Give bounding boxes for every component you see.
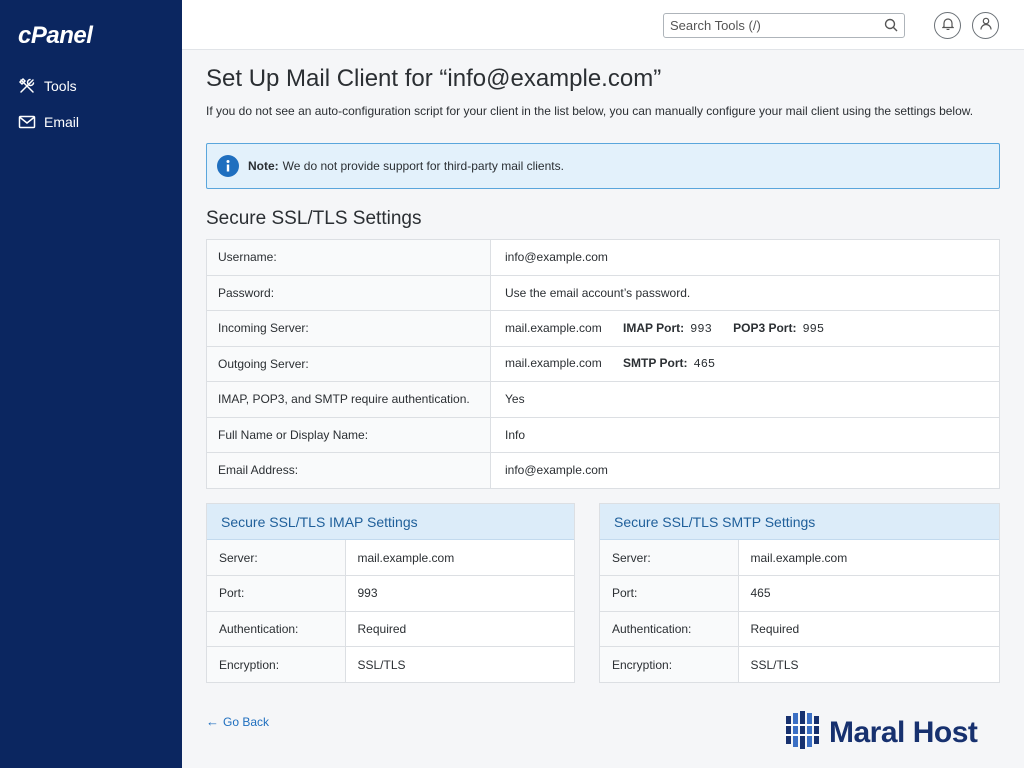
- intro-text: If you do not see an auto-configuration …: [206, 104, 974, 118]
- outgoing-server-cell: mail.example.com SMTP Port: 465: [490, 345, 1000, 382]
- server-stack-icon: [785, 710, 825, 755]
- table-row: Server: mail.example.com: [207, 540, 574, 576]
- pop3-port-label: POP3 Port:: [733, 320, 797, 335]
- envelope-icon: [18, 113, 36, 131]
- smtp-settings-card: Secure SSL/TLS SMTP Settings Server: mail…: [599, 503, 1000, 683]
- go-back-link[interactable]: ← Go Back: [206, 714, 269, 729]
- table-row: Server: mail.example.com: [600, 540, 999, 576]
- sidebar-item-tools[interactable]: Tools: [18, 77, 77, 95]
- top-bar: [182, 0, 1024, 50]
- table-row: Authentication: Required: [600, 610, 999, 647]
- password-label: Password:: [206, 274, 491, 311]
- smtp-row-value: Required: [738, 610, 999, 647]
- imap-row-label: Port:: [207, 575, 346, 611]
- imap-row-value: mail.example.com: [357, 550, 455, 565]
- email-label: Email Address:: [206, 452, 491, 489]
- imap-row-label: Authentication:: [207, 610, 346, 647]
- outgoing-server-label: Outgoing Server:: [206, 345, 491, 382]
- arrow-left-icon: ←: [206, 714, 219, 729]
- smtp-row-label: Server:: [600, 540, 739, 576]
- pop3-port-value: 995: [802, 321, 825, 336]
- table-row: Outgoing Server: mail.example.com SMTP P…: [206, 345, 1000, 382]
- smtp-row-value: SSL/TLS: [738, 646, 999, 682]
- table-row: Email Address: info@example.com: [206, 452, 1000, 489]
- smtp-port-value: 465: [693, 357, 716, 372]
- imap-row-label: Server:: [207, 540, 346, 576]
- smtp-row-value: mail.example.com: [750, 550, 848, 565]
- imap-settings-table: Server: mail.example.com Port: 993 Authent…: [207, 540, 574, 682]
- email-value: info@example.com: [490, 452, 1000, 489]
- imap-card-title: Secure SSL/TLS IMAP Settings: [207, 504, 574, 540]
- table-row: Port: 993: [207, 575, 574, 611]
- note-text: We do not provide support for third-part…: [282, 159, 564, 173]
- table-row: Incoming Server: mail.example.com IMAP P…: [206, 310, 1000, 347]
- table-row: Username: info@example.com: [206, 239, 1000, 276]
- search-icon[interactable]: [884, 18, 898, 32]
- imap-row-value: 993: [345, 575, 574, 611]
- smtp-row-label: Authentication:: [600, 610, 739, 647]
- brand-logo: Maral Host: [785, 710, 978, 755]
- note-banner: Note: We do not provide support for thir…: [206, 143, 1000, 189]
- imap-settings-card: Secure SSL/TLS IMAP Settings Server: mail…: [206, 503, 575, 683]
- sidebar: cPanel Tools Email: [0, 0, 182, 768]
- smtp-row-label: Encryption:: [600, 646, 739, 682]
- table-row: Full Name or Display Name: Info: [206, 416, 1000, 453]
- username-label: Username:: [206, 239, 491, 276]
- password-value: Use the email account’s password.: [490, 274, 1000, 311]
- section-title: Secure SSL/TLS Settings: [206, 208, 422, 229]
- user-icon: [979, 17, 992, 35]
- smtp-row-label: Port:: [600, 575, 739, 611]
- imap-row-value: SSL/TLS: [345, 646, 574, 682]
- page-title: Set Up Mail Client for “info@example.com…: [206, 65, 662, 92]
- table-row: Port: 465: [600, 575, 999, 611]
- table-row: Password: Use the email account’s passwo…: [206, 274, 1000, 311]
- username-value: info@example.com: [490, 239, 1000, 276]
- fullname-label: Full Name or Display Name:: [206, 416, 491, 453]
- table-row: Encryption: SSL/TLS: [207, 646, 574, 682]
- auth-label: IMAP, POP3, and SMTP require authenticat…: [206, 381, 491, 418]
- incoming-server-cell: mail.example.com IMAP Port: 993 POP3 Port…: [490, 310, 1000, 347]
- search-input[interactable]: [663, 13, 905, 38]
- imap-row-value: Required: [345, 610, 574, 647]
- outgoing-server-value: mail.example.com: [505, 356, 602, 371]
- table-row: Authentication: Required: [207, 610, 574, 647]
- imap-row-label: Encryption:: [207, 646, 346, 682]
- sidebar-item-label: Tools: [44, 78, 77, 94]
- sidebar-item-email[interactable]: Email: [18, 113, 79, 131]
- auth-value: Yes: [490, 381, 1000, 418]
- incoming-server-value: mail.example.com: [505, 320, 602, 335]
- imap-port-value: 993: [690, 321, 712, 336]
- table-row: Encryption: SSL/TLS: [600, 646, 999, 682]
- settings-table: Username: info@example.com Password: Use…: [206, 239, 1000, 489]
- smtp-row-value: 465: [738, 575, 999, 611]
- tools-icon: [18, 77, 36, 95]
- fullname-value: Info: [490, 416, 1000, 453]
- smtp-port-label: SMTP Port:: [623, 356, 688, 371]
- table-row: IMAP, POP3, and SMTP require authenticat…: [206, 381, 1000, 418]
- info-icon: [217, 155, 239, 177]
- note-label: Note:: [248, 159, 279, 173]
- imap-port-label: IMAP Port:: [623, 320, 685, 335]
- brand-name: Maral Host: [829, 715, 978, 749]
- go-back-label: Go Back: [223, 714, 270, 729]
- sidebar-item-label: Email: [44, 114, 80, 130]
- cpanel-logo[interactable]: cPanel: [18, 22, 93, 50]
- notifications-button[interactable]: [934, 12, 961, 39]
- user-menu-button[interactable]: [972, 12, 999, 39]
- smtp-card-title: Secure SSL/TLS SMTP Settings: [600, 504, 999, 540]
- incoming-server-label: Incoming Server:: [206, 310, 491, 347]
- smtp-settings-table: Server: mail.example.com Port: 465 Authent…: [600, 540, 999, 682]
- bell-icon: [941, 17, 954, 35]
